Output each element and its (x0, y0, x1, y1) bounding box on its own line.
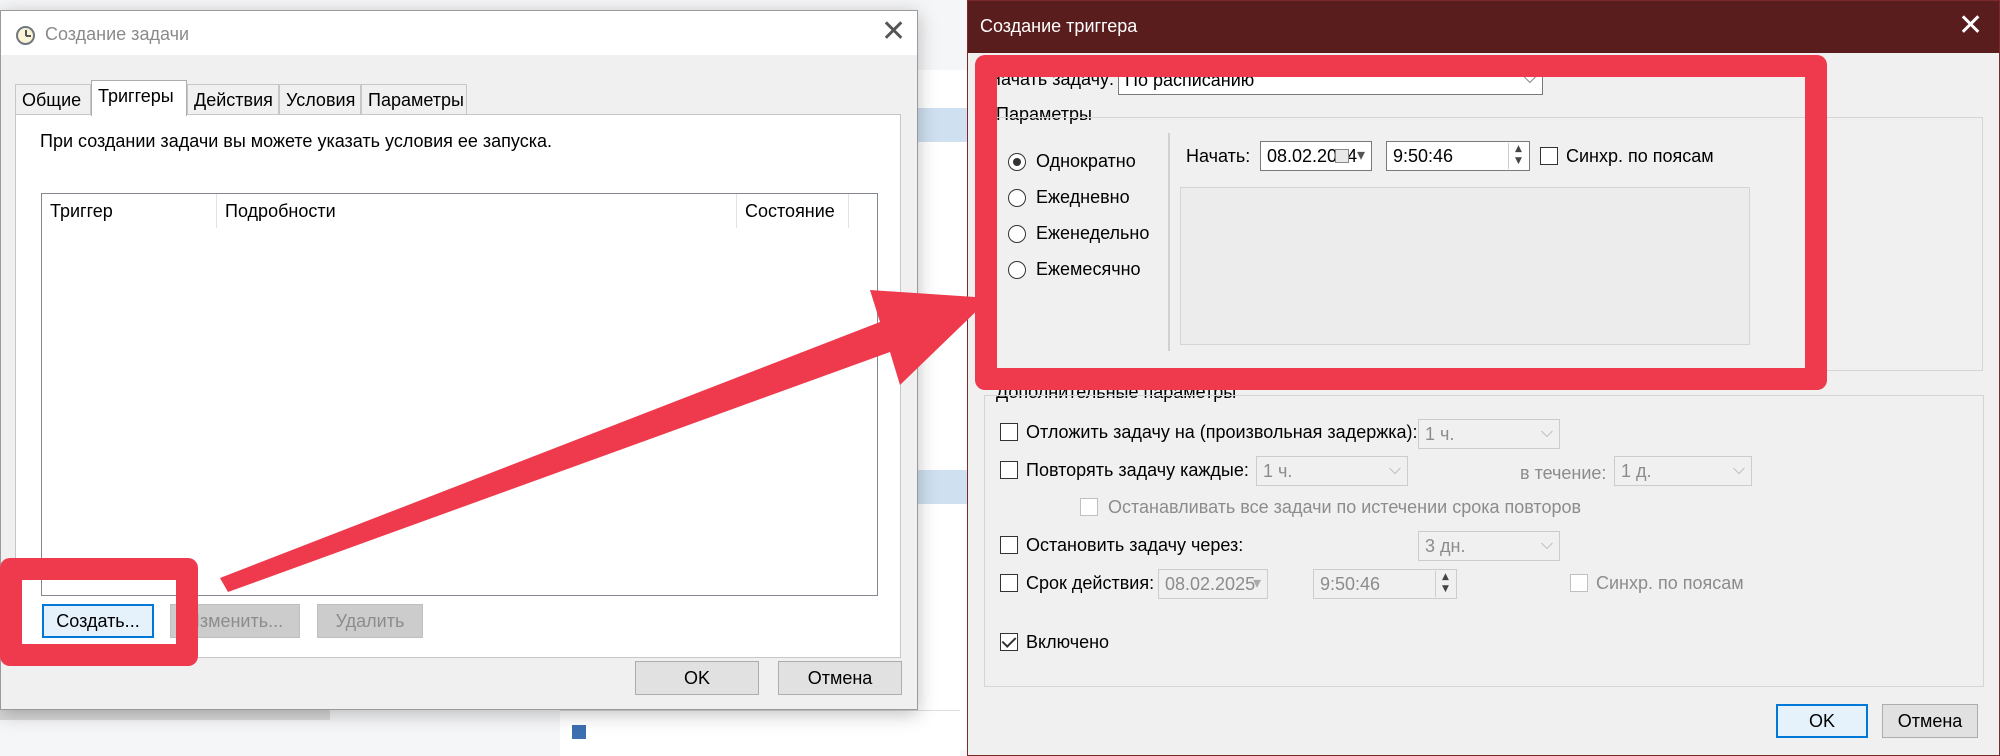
delay-select[interactable]: 1 ч. ⌵ (1418, 419, 1560, 449)
tab-triggers[interactable]: Триггеры (91, 80, 187, 116)
schedule-weekly-label[interactable]: Еженедельно (1036, 223, 1149, 244)
schedule-daily-radio[interactable] (1008, 189, 1026, 207)
chevron-down-icon: ▾ (1252, 573, 1261, 592)
schedule-daily-label[interactable]: Ежедневно (1036, 187, 1130, 208)
tab-general[interactable]: Общие (15, 84, 91, 114)
triggers-hint: При создании задачи вы можете указать ус… (40, 131, 553, 151)
start-date-picker[interactable]: 08.02.2024 ▾ (1260, 141, 1372, 171)
triggers-table[interactable]: Триггер Подробности Состояние (41, 193, 878, 596)
sync-timezones-checkbox[interactable] (1540, 147, 1558, 165)
schedule-monthly-radio[interactable] (1008, 261, 1026, 279)
chevron-down-icon: ⌵ (1388, 459, 1401, 478)
edit-trigger-button[interactable]: Изменить... (170, 604, 300, 638)
background-selected-row (918, 470, 968, 504)
sync-timezones-label[interactable]: Синхр. по поясам (1566, 146, 1714, 167)
start-time-field[interactable]: 9:50:46 ▲ ▼ (1386, 141, 1530, 171)
background-selected-row (918, 108, 968, 142)
enabled-checkbox[interactable] (1000, 633, 1018, 651)
chevron-down-icon: ▾ (1356, 145, 1365, 164)
expire-label[interactable]: Срок действия: (1026, 573, 1154, 594)
stop-all-checkbox[interactable] (1080, 498, 1098, 516)
chevron-down-icon: ⌵ (1540, 422, 1553, 441)
tab-settings[interactable]: Параметры (361, 84, 467, 114)
stop-all-label: Останавливать все задачи по истечении ср… (1108, 497, 1582, 517)
column-header-details[interactable]: Подробности (217, 194, 737, 228)
start-label: Начать: (1186, 146, 1251, 166)
repeat-label[interactable]: Повторять задачу каждые: (1026, 460, 1249, 481)
create-task-dialog: Создание задачи ✕ Общие Триггеры Действи… (0, 10, 918, 710)
ok-button[interactable]: OK (1776, 704, 1868, 738)
repeat-checkbox[interactable] (1000, 461, 1018, 479)
background-item-icon (572, 725, 586, 739)
stop-after-value: 3 дн. (1425, 536, 1466, 556)
background-list (560, 710, 960, 756)
column-header-trigger[interactable]: Триггер (42, 194, 217, 228)
stop-after-select[interactable]: 3 дн. ⌵ (1418, 531, 1560, 561)
time-spinner-icon[interactable]: ▲ ▼ (1435, 571, 1455, 597)
clock-icon (16, 26, 35, 45)
chevron-down-icon: ⌵ (1732, 459, 1745, 478)
start-task-select[interactable]: По расписанию ⌵ (1118, 65, 1543, 95)
schedule-monthly-label[interactable]: Ежемесячно (1036, 259, 1141, 280)
separator (1168, 133, 1170, 351)
start-time-value: 9:50:46 (1393, 146, 1454, 166)
triggers-panel: При создании задачи вы можете указать ус… (15, 114, 901, 658)
chevron-down-icon: ⌵ (1523, 68, 1536, 87)
expire-sync-label: Синхр. по поясам (1596, 573, 1744, 593)
dialog-title: Создание задачи (45, 24, 189, 44)
tab-actions[interactable]: Действия (187, 84, 279, 114)
dialog-titlebar: Создание задачи ✕ (1, 11, 917, 55)
start-task-label: Начать задачу: (988, 69, 1114, 89)
tab-conditions[interactable]: Условия (279, 84, 361, 114)
enabled-label[interactable]: Включено (1026, 632, 1109, 653)
expire-sync-checkbox[interactable] (1570, 574, 1588, 592)
duration-value: 1 д. (1621, 461, 1652, 481)
expire-checkbox[interactable] (1000, 574, 1018, 592)
expire-date-picker[interactable]: 08.02.2025 ▾ (1158, 569, 1268, 599)
delete-trigger-button[interactable]: Удалить (317, 604, 423, 638)
delay-value: 1 ч. (1425, 424, 1455, 444)
schedule-once-radio[interactable] (1008, 153, 1026, 171)
dialog-titlebar: Создание триггера ✕ (968, 1, 1999, 53)
expire-time-value: 9:50:46 (1320, 574, 1381, 594)
column-header-status[interactable]: Состояние (737, 194, 849, 228)
schedule-details-area (1180, 187, 1750, 345)
delay-label[interactable]: Отложить задачу на (произвольная задержк… (1026, 422, 1418, 443)
time-spinner-icon[interactable]: ▲ ▼ (1508, 143, 1528, 169)
ok-button[interactable]: OK (635, 661, 759, 695)
schedule-once-label[interactable]: Однократно (1036, 151, 1136, 172)
repeat-select[interactable]: 1 ч. ⌵ (1256, 456, 1408, 486)
close-icon[interactable]: ✕ (1958, 11, 1983, 41)
stop-after-checkbox[interactable] (1000, 536, 1018, 554)
close-icon[interactable]: ✕ (881, 17, 906, 47)
expire-time-field[interactable]: 9:50:46 ▲ ▼ (1313, 569, 1457, 599)
delay-checkbox[interactable] (1000, 423, 1018, 441)
calendar-icon (1335, 149, 1349, 163)
duration-label: в течение: (1520, 463, 1607, 483)
dialog-title: Создание триггера (980, 16, 1138, 36)
chevron-down-icon: ⌵ (1540, 534, 1553, 553)
repeat-value: 1 ч. (1263, 461, 1293, 481)
cancel-button[interactable]: Отмена (778, 661, 902, 695)
expire-date-value: 08.02.2025 (1165, 574, 1256, 594)
start-task-value: По расписанию (1125, 70, 1255, 90)
schedule-weekly-radio[interactable] (1008, 225, 1026, 243)
create-trigger-dialog: Создание триггера ✕ Начать задачу: По ра… (967, 0, 2000, 756)
duration-select[interactable]: 1 д. ⌵ (1614, 456, 1752, 486)
cancel-button[interactable]: Отмена (1882, 704, 1978, 738)
stop-after-label[interactable]: Остановить задачу через: (1026, 535, 1243, 556)
create-trigger-button[interactable]: Создать... (42, 604, 154, 638)
